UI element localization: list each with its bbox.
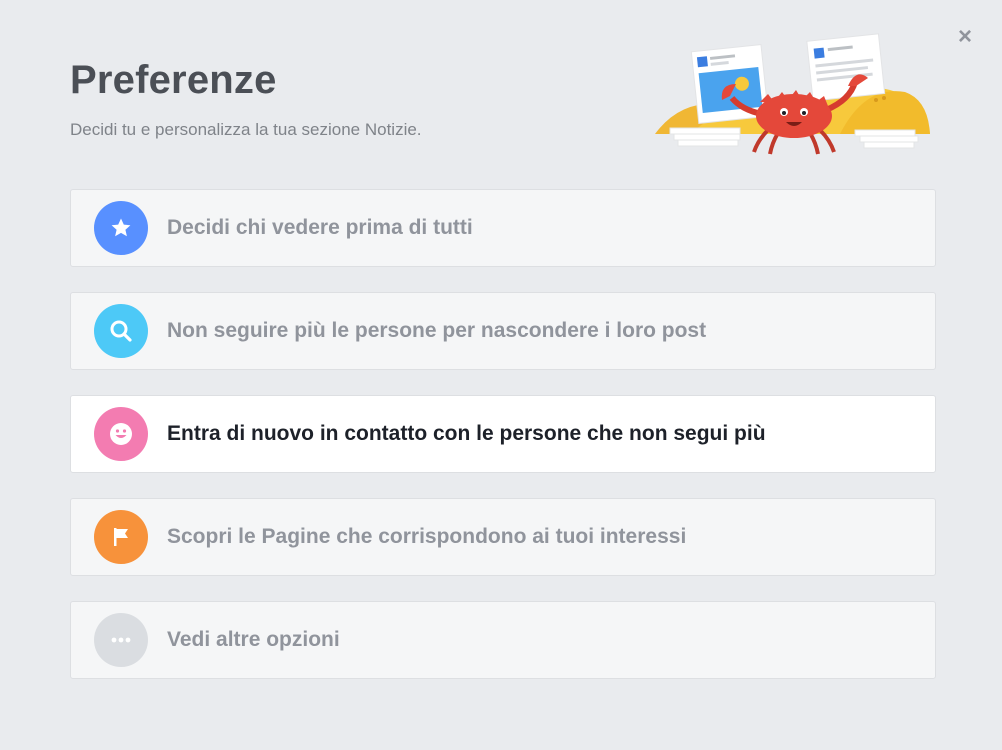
option-unfollow[interactable]: Non seguire più le persone per nasconder… <box>70 292 936 370</box>
crab-illustration <box>655 33 930 155</box>
page-title: Preferenze <box>70 58 277 102</box>
option-label: Non seguire più le persone per nasconder… <box>167 319 707 342</box>
option-label: Decidi chi vedere prima di tutti <box>167 216 473 239</box>
close-icon: × <box>957 23 972 50</box>
flag-icon <box>94 510 148 564</box>
more-icon <box>94 613 148 667</box>
option-label: Vedi altre opzioni <box>167 628 340 651</box>
option-more[interactable]: Vedi altre opzioni <box>70 601 936 679</box>
preferences-dialog: × Preferenze Decidi tu e personalizza la… <box>0 0 1002 750</box>
option-see-first[interactable]: Decidi chi vedere prima di tutti <box>70 189 936 267</box>
option-label: Scopri le Pagine che corrispondono ai tu… <box>167 525 687 548</box>
page-subtitle: Decidi tu e personalizza la tua sezione … <box>70 120 422 139</box>
option-discover-pages[interactable]: Scopri le Pagine che corrispondono ai tu… <box>70 498 936 576</box>
option-reconnect[interactable]: Entra di nuovo in contatto con le person… <box>70 395 936 473</box>
smiley-icon <box>94 407 148 461</box>
close-button[interactable]: × <box>952 24 978 50</box>
search-icon <box>94 304 148 358</box>
option-label: Entra di nuovo in contatto con le person… <box>167 422 766 445</box>
star-icon <box>94 201 148 255</box>
